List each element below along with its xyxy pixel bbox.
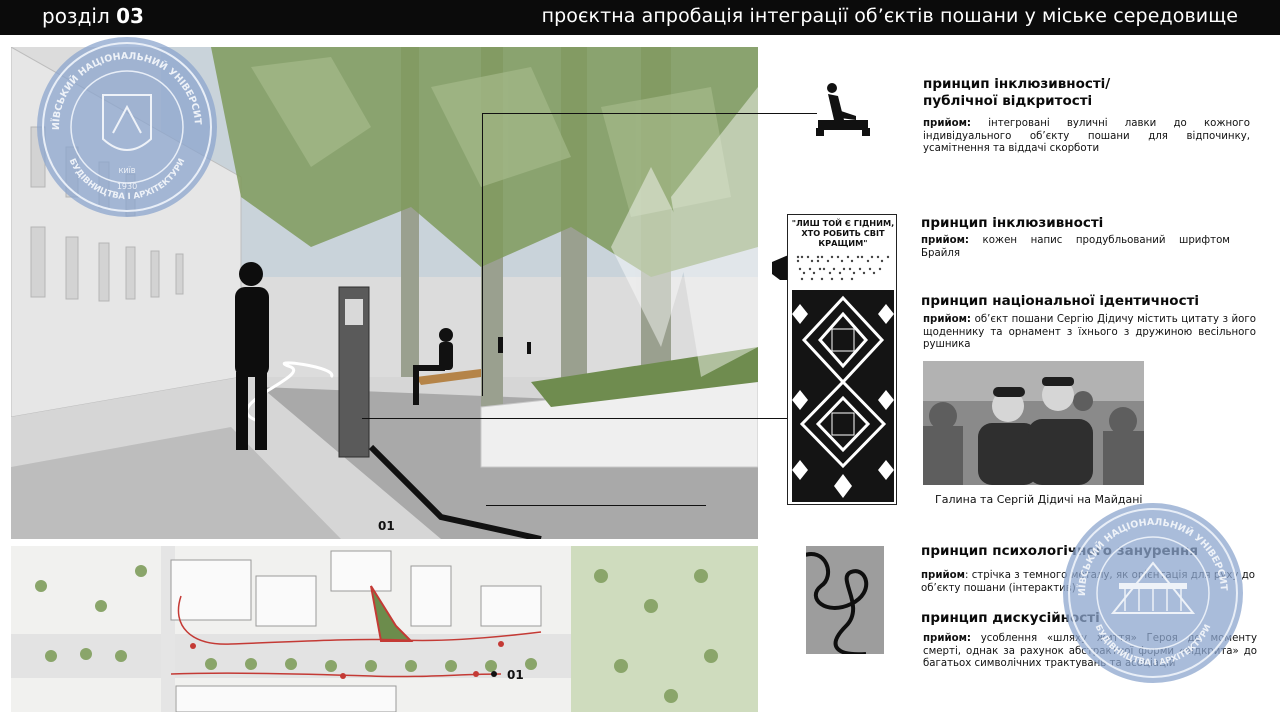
principle-term: прийом: xyxy=(923,633,972,644)
principle-text-1: прийом: інтегровані вуличні лавки до кож… xyxy=(923,118,1250,156)
principle-title-1: принцип інклюзивності/ публічної відкрит… xyxy=(923,76,1111,109)
principle-term: прийом: xyxy=(923,118,972,129)
render-view-label: 01 xyxy=(378,519,395,533)
braille-dots xyxy=(796,255,890,281)
principle-title-2: принцип інклюзивності xyxy=(921,215,1104,231)
principle-text-3: прийом: об’єкт пошани Сергію Дідичу міст… xyxy=(923,314,1256,352)
seal-city: КИЇВ xyxy=(118,166,135,175)
photo-caption: Галина та Сергій Дідичі на Майдані xyxy=(935,493,1143,506)
section-label: розділ 03 xyxy=(42,4,144,28)
section-word: розділ xyxy=(42,4,110,28)
university-seal-right: КИЇВСЬКИЙ НАЦІОНАЛЬНИЙ УНІВЕРСИТЕТ БУДІВ… xyxy=(1063,503,1243,683)
leader-line xyxy=(486,505,706,506)
site-plan xyxy=(11,546,758,712)
towel-ornament xyxy=(792,290,894,502)
section-number: 03 xyxy=(116,4,144,28)
principle-term: прийом: xyxy=(921,235,970,246)
leader-line xyxy=(362,418,787,419)
university-seal-left: КИЇВСЬКИЙ НАЦІОНАЛЬНИЙ УНІВЕРСИТЕТ БУДІВ… xyxy=(37,37,217,217)
principle-description: об’єкт пошани Сергію Дідичу містить цита… xyxy=(923,314,1256,350)
metal-strip-detail xyxy=(806,546,884,654)
principle-text-2: прийом: кожен напис продубльований шрифт… xyxy=(921,235,1230,260)
svg-text:КИЇВСЬКИЙ НАЦІОНАЛЬНИЙ УНІВЕРС: КИЇВСЬКИЙ НАЦІОНАЛЬНИЙ УНІВЕРСИТЕТ xyxy=(1063,503,1229,596)
leader-line xyxy=(482,113,483,396)
plan-view-label: 01 xyxy=(507,668,524,682)
principle-term: прийом: xyxy=(923,314,972,325)
leader-line xyxy=(482,113,817,114)
seal-year: 1930 xyxy=(117,182,137,191)
principle-title-3: принцип національної ідентичності xyxy=(921,293,1200,309)
bench-person-icon xyxy=(816,82,870,138)
principle-term: прийом xyxy=(921,570,965,581)
header-bar: розділ 03 проєктна апробація інтеграції … xyxy=(0,0,1280,35)
historical-photo xyxy=(923,361,1144,485)
memorial-plaque: "ЛИШ ТОЙ Є ГІДНИМ, ХТО РОБИТЬ СВІТ КРАЩИ… xyxy=(787,214,897,505)
seal-text-top: КИЇВСЬКИЙ НАЦІОНАЛЬНИЙ УНІВЕРСИТЕТ xyxy=(1063,503,1229,596)
principle-description: інтегровані вуличні лавки до кожного інд… xyxy=(923,118,1250,154)
plaque-quote: "ЛИШ ТОЙ Є ГІДНИМ, ХТО РОБИТЬ СВІТ КРАЩИ… xyxy=(791,218,895,248)
page-title: проєктна апробація інтеграції об’єктів п… xyxy=(541,5,1238,27)
